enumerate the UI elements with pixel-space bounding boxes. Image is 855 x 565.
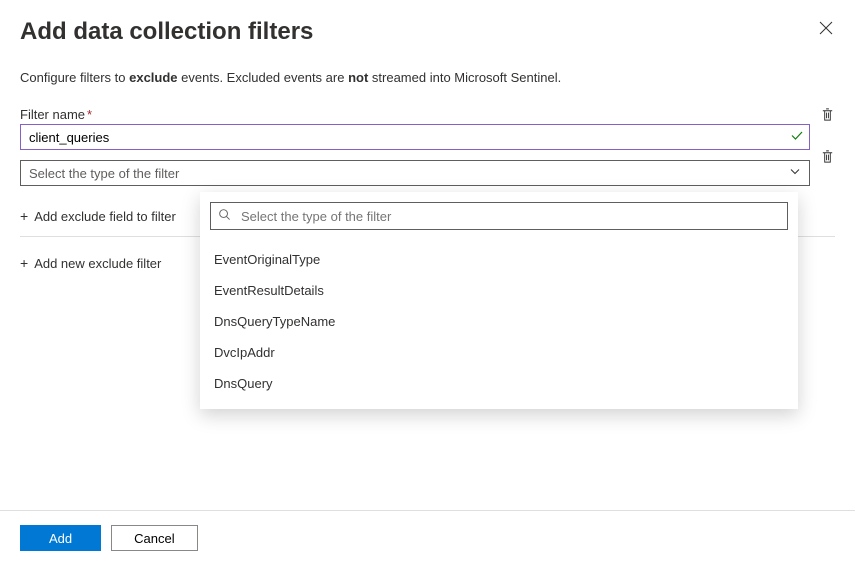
chevron-down-icon [789,166,801,181]
delete-filter-icon[interactable] [820,107,835,125]
dropdown-item-event-original-type[interactable]: EventOriginalType [210,244,788,275]
dropdown-item-dvc-ip-addr[interactable]: DvcIpAddr [210,337,788,368]
add-new-exclude-filter-button[interactable]: + Add new exclude filter [20,251,161,275]
filter-name-label: Filter name* [20,107,810,122]
close-icon[interactable] [817,18,835,40]
dropdown-item-dns-query[interactable]: DnsQuery [210,368,788,399]
plus-icon: + [20,255,28,271]
cancel-button[interactable]: Cancel [111,525,197,551]
filter-name-input[interactable] [20,124,810,150]
filter-type-select[interactable]: Select the type of the filter [20,160,810,186]
filter-type-dropdown: EventOriginalType EventResultDetails Dns… [200,192,798,409]
add-button[interactable]: Add [20,525,101,551]
page-title: Add data collection filters [20,18,313,46]
description-text: Configure filters to exclude events. Exc… [20,70,835,85]
filter-type-placeholder: Select the type of the filter [29,166,179,181]
add-exclude-field-button[interactable]: + Add exclude field to filter [20,204,176,228]
delete-type-icon[interactable] [820,149,835,167]
dropdown-search-input[interactable] [210,202,788,230]
footer: Add Cancel [0,510,855,565]
dropdown-item-event-result-details[interactable]: EventResultDetails [210,275,788,306]
dropdown-item-dns-query-type-name[interactable]: DnsQueryTypeName [210,306,788,337]
plus-icon: + [20,208,28,224]
